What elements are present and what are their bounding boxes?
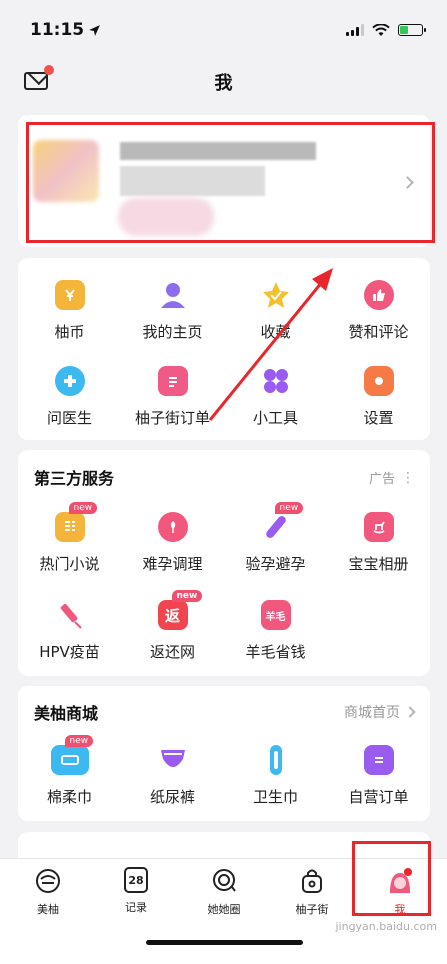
tab-label: 她她圈 (207, 903, 241, 916)
mall-home-label: 商城首页 (344, 705, 400, 721)
tab-youzi-street[interactable]: 柚子街 (277, 867, 347, 917)
grid-label: 棉柔巾 (46, 788, 92, 806)
grid-item-savings[interactable]: 羊毛 羊毛省钱 (224, 600, 327, 662)
meiyou-icon (34, 867, 62, 895)
grid-item-hpv-vaccine[interactable]: HPV疫苗 (18, 600, 121, 662)
circle-icon (210, 867, 238, 895)
grid-label: 羊毛省钱 (245, 643, 306, 661)
tab-record[interactable]: 28 记录 (101, 867, 171, 915)
grid-label: 纸尿裤 (149, 788, 195, 806)
grid-item-rebate[interactable]: 返 new 返还网 (121, 590, 224, 662)
grid-label: 验孕避孕 (245, 555, 306, 573)
tab-label: 记录 (125, 901, 147, 914)
rebate-icon: 返 new (157, 590, 203, 630)
self-order-icon (363, 745, 394, 775)
book-icon: new (54, 502, 98, 542)
diaper-icon (158, 745, 188, 775)
grid-label: 自营订单 (348, 788, 409, 806)
chevron-right-icon (404, 706, 416, 718)
rebate-glyph: 返 (164, 606, 180, 625)
grid-label: HPV疫苗 (39, 643, 100, 661)
grid-item-diapers[interactable]: 纸尿裤 (121, 745, 224, 807)
grid-item-novels[interactable]: new 热门小说 (18, 502, 121, 574)
tissue-icon: new (50, 735, 94, 775)
calendar-date: 28 (128, 873, 144, 887)
calendar-icon: 28 (124, 867, 148, 893)
grid-label: 热门小说 (39, 555, 100, 573)
ad-label: 广告 (368, 472, 395, 487)
vaccine-icon (55, 600, 85, 630)
test-stick-icon: new (261, 502, 304, 542)
section-title-mall: 美柚商城 (34, 704, 99, 723)
shopping-bag-icon (298, 867, 326, 895)
highlight-box-me-tab (352, 841, 431, 916)
new-badge: new (274, 502, 304, 514)
grid-item-pregnancy-test[interactable]: new 验孕避孕 (224, 502, 327, 574)
flower-icon (157, 512, 188, 542)
mall-home-link[interactable]: 商城首页 (344, 702, 416, 722)
watermark: jingyan.baidu.com (335, 920, 437, 933)
grid-item-fertility-care[interactable]: 难孕调理 (121, 512, 224, 574)
more-options-icon[interactable]: ⋮ (401, 470, 415, 486)
grid-item-self-orders[interactable]: 自营订单 (327, 745, 430, 807)
tab-label: 柚子街 (295, 903, 329, 916)
grid-item-baby-album[interactable]: 宝宝相册 (327, 512, 430, 574)
savings-glyph: 羊毛 (265, 611, 286, 623)
ad-label-group[interactable]: 广告 ⋮ (368, 468, 415, 488)
tab-meiyou[interactable]: 美柚 (13, 867, 83, 917)
sanitary-pad-icon (261, 745, 291, 775)
home-indicator (146, 940, 303, 945)
tab-label: 美柚 (37, 903, 59, 916)
grid-label: 宝宝相册 (348, 555, 409, 573)
grid-label: 卫生巾 (252, 788, 298, 806)
savings-icon: 羊毛 (260, 600, 291, 630)
rocking-horse-icon (363, 512, 394, 542)
grid-item-sanitary-pads[interactable]: 卫生巾 (224, 745, 327, 807)
grid-label: 返还网 (149, 643, 195, 661)
tab-circle[interactable]: 她她圈 (189, 867, 259, 917)
section-title-third-party: 第三方服务 (34, 469, 115, 488)
new-badge: new (68, 502, 98, 514)
new-badge: new (171, 590, 203, 602)
new-badge: new (64, 735, 94, 747)
grid-label: 难孕调理 (142, 555, 203, 573)
grid-item-cotton-tissue[interactable]: new 棉柔巾 (18, 735, 121, 807)
